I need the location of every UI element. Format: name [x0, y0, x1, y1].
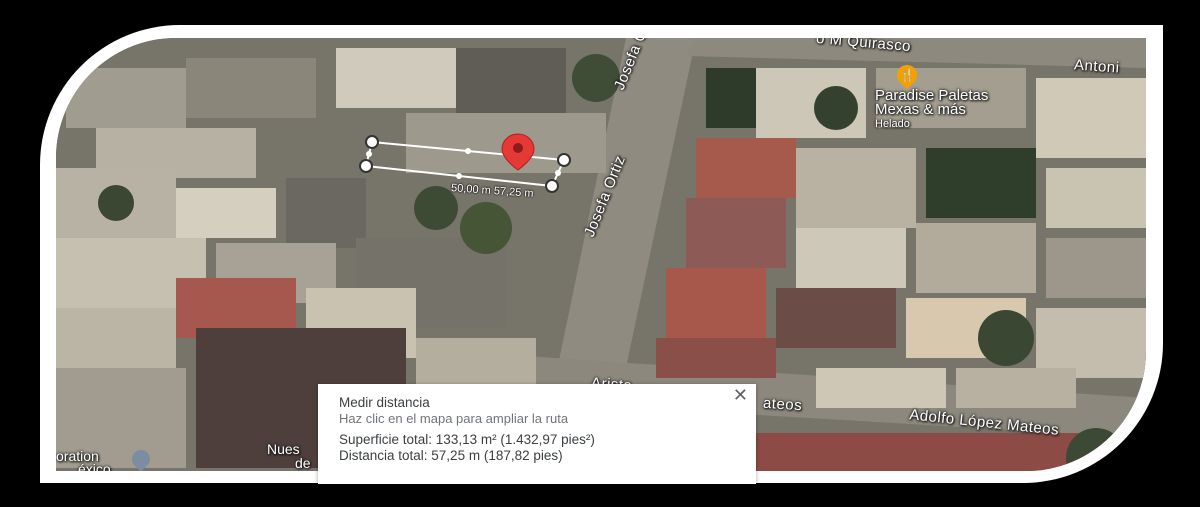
total-distance: Distancia total: 57,25 m (187,82 pies) [339, 448, 563, 463]
measure-distance-panel: Medir distancia Haz clic en el mapa para… [318, 384, 756, 484]
place-label-1-line2[interactable]: éxico [78, 461, 111, 471]
street-label-top-right: Antoni [1073, 56, 1121, 77]
poi-name-line2[interactable]: Mexas & más [875, 102, 966, 118]
street-label-bottom-b: ateos [762, 394, 803, 415]
place-label-2-line2[interactable]: de [295, 455, 311, 471]
close-icon[interactable]: ✕ [733, 385, 748, 406]
poi-category: Helado [875, 118, 910, 130]
panel-title: Medir distancia [339, 395, 430, 410]
total-area: Superficie total: 133,13 m² (1.432,97 pi… [339, 432, 595, 447]
panel-hint: Haz clic en el mapa para ampliar la ruta [339, 411, 569, 426]
ice-cream-icon[interactable]: 🍴 [892, 60, 922, 90]
